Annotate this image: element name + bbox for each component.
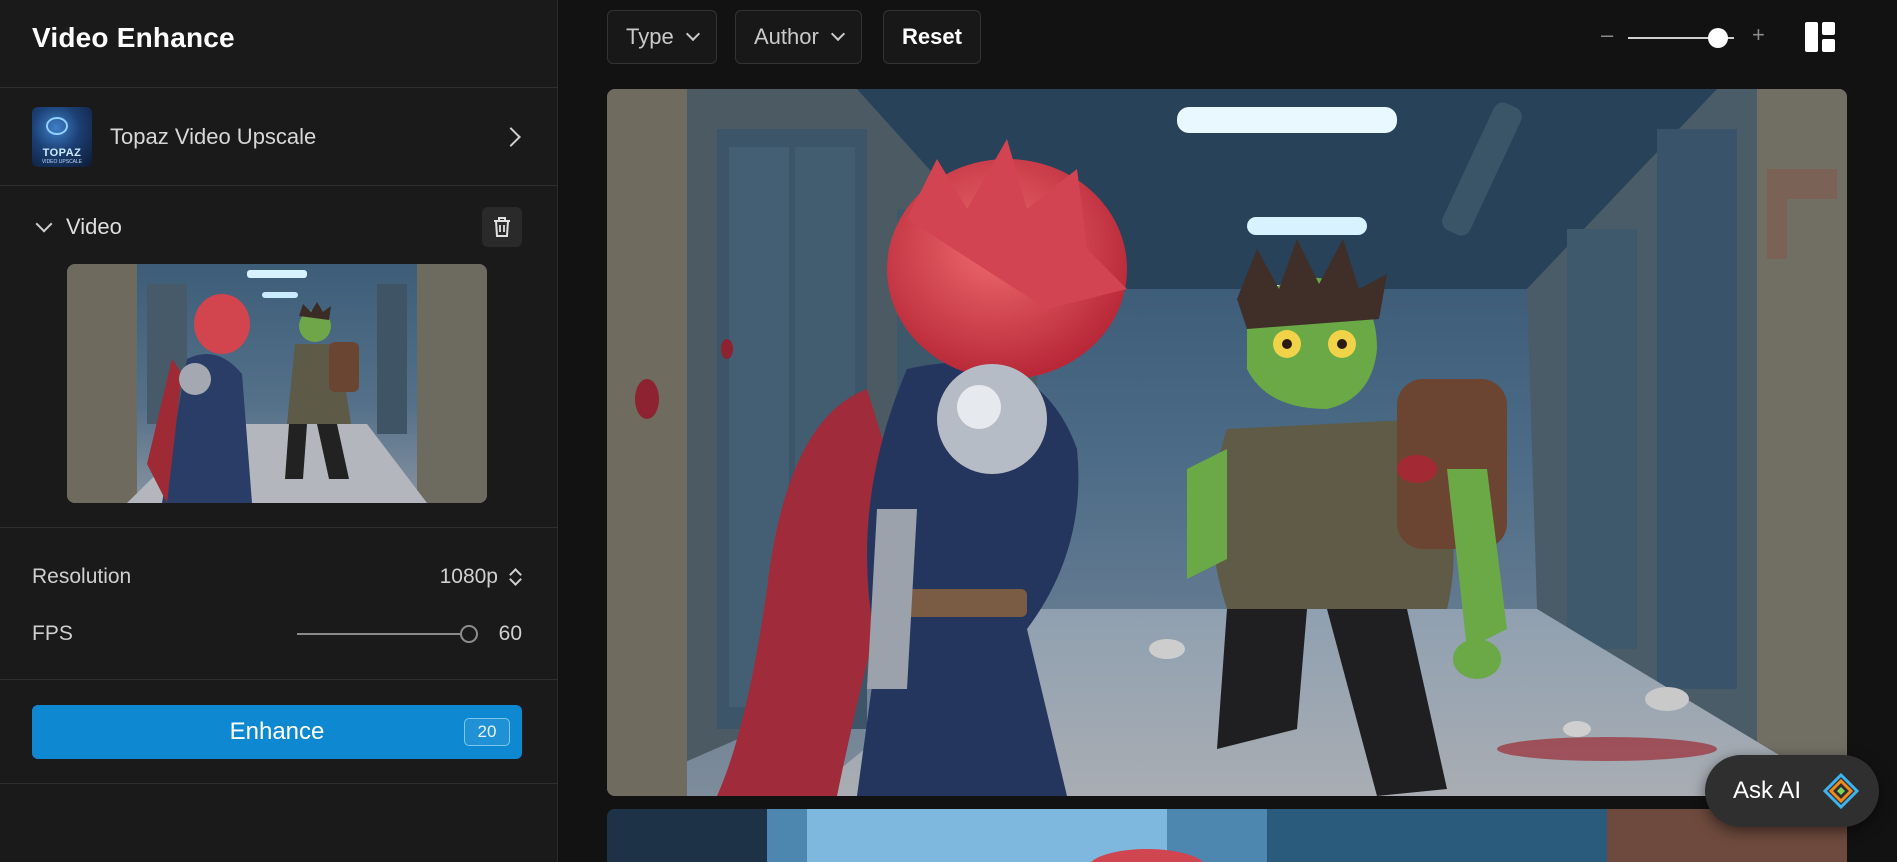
chevron-down-icon bbox=[830, 26, 845, 42]
lens-icon bbox=[46, 116, 68, 135]
model-thumbnail-label: TOPAZ bbox=[42, 146, 82, 159]
video-section-label: Video bbox=[66, 214, 122, 239]
result-image-illustration bbox=[607, 809, 1847, 862]
sidebar: Video Enhance TOPAZ VIDEO UPSCALE Topaz … bbox=[0, 0, 558, 862]
video-thumbnail[interactable] bbox=[67, 264, 487, 503]
divider bbox=[0, 527, 558, 528]
divider bbox=[0, 783, 558, 784]
ask-ai-button[interactable]: Ask AI bbox=[1705, 755, 1879, 827]
fps-value: 60 bbox=[498, 622, 522, 645]
reset-button[interactable]: Reset bbox=[883, 10, 981, 64]
zoom-out-icon[interactable]: – bbox=[1601, 22, 1613, 48]
resolution-label: Resolution bbox=[32, 565, 132, 588]
app: Video Enhance TOPAZ VIDEO UPSCALE Topaz … bbox=[0, 0, 1897, 862]
grid-layout-icon[interactable] bbox=[1804, 21, 1836, 53]
model-thumbnail: TOPAZ VIDEO UPSCALE bbox=[32, 106, 92, 167]
result-image[interactable] bbox=[607, 809, 1847, 862]
model-thumbnail-sublabel: VIDEO UPSCALE bbox=[41, 158, 83, 165]
video-section-header[interactable]: Video bbox=[32, 207, 522, 247]
result-image[interactable] bbox=[607, 89, 1847, 796]
author-filter-label: Author bbox=[754, 24, 819, 49]
enhance-button-label: Enhance bbox=[229, 718, 325, 745]
model-name: Topaz Video Upscale bbox=[110, 123, 317, 149]
type-filter-dropdown[interactable]: Type bbox=[607, 10, 717, 64]
fps-slider-thumb[interactable] bbox=[459, 625, 478, 643]
ask-ai-label: Ask AI bbox=[1733, 777, 1802, 804]
zoom-in-icon[interactable]: + bbox=[1752, 22, 1765, 48]
resolution-stepper-icon[interactable] bbox=[508, 566, 522, 588]
credit-cost-badge: 20 bbox=[464, 718, 510, 746]
fps-slider[interactable] bbox=[296, 625, 478, 643]
resolution-value[interactable]: 1080p bbox=[440, 565, 498, 589]
cube-logo-icon bbox=[1823, 773, 1859, 809]
result-image-illustration bbox=[607, 89, 1847, 796]
type-filter-label: Type bbox=[626, 24, 674, 49]
zoom-slider[interactable] bbox=[1628, 28, 1734, 48]
zoom-slider-thumb[interactable] bbox=[1708, 28, 1729, 48]
trash-icon bbox=[494, 217, 510, 237]
divider bbox=[0, 185, 558, 186]
divider bbox=[0, 679, 558, 680]
reset-button-label: Reset bbox=[902, 24, 962, 49]
resolution-setting: Resolution 1080p bbox=[32, 559, 522, 595]
video-thumbnail-image bbox=[67, 264, 487, 503]
enhance-button[interactable]: Enhance 20 bbox=[32, 705, 522, 759]
chevron-right-icon bbox=[501, 126, 521, 147]
author-filter-dropdown[interactable]: Author bbox=[735, 10, 862, 64]
chevron-down-icon bbox=[685, 26, 700, 42]
delete-video-button[interactable] bbox=[482, 207, 522, 247]
page-title: Video Enhance bbox=[32, 22, 235, 53]
chevron-down-icon[interactable] bbox=[35, 215, 53, 233]
fps-setting: FPS 60 bbox=[32, 616, 522, 652]
model-selector[interactable]: TOPAZ VIDEO UPSCALE Topaz Video Upscale bbox=[0, 88, 558, 185]
fps-label: FPS bbox=[32, 622, 73, 645]
